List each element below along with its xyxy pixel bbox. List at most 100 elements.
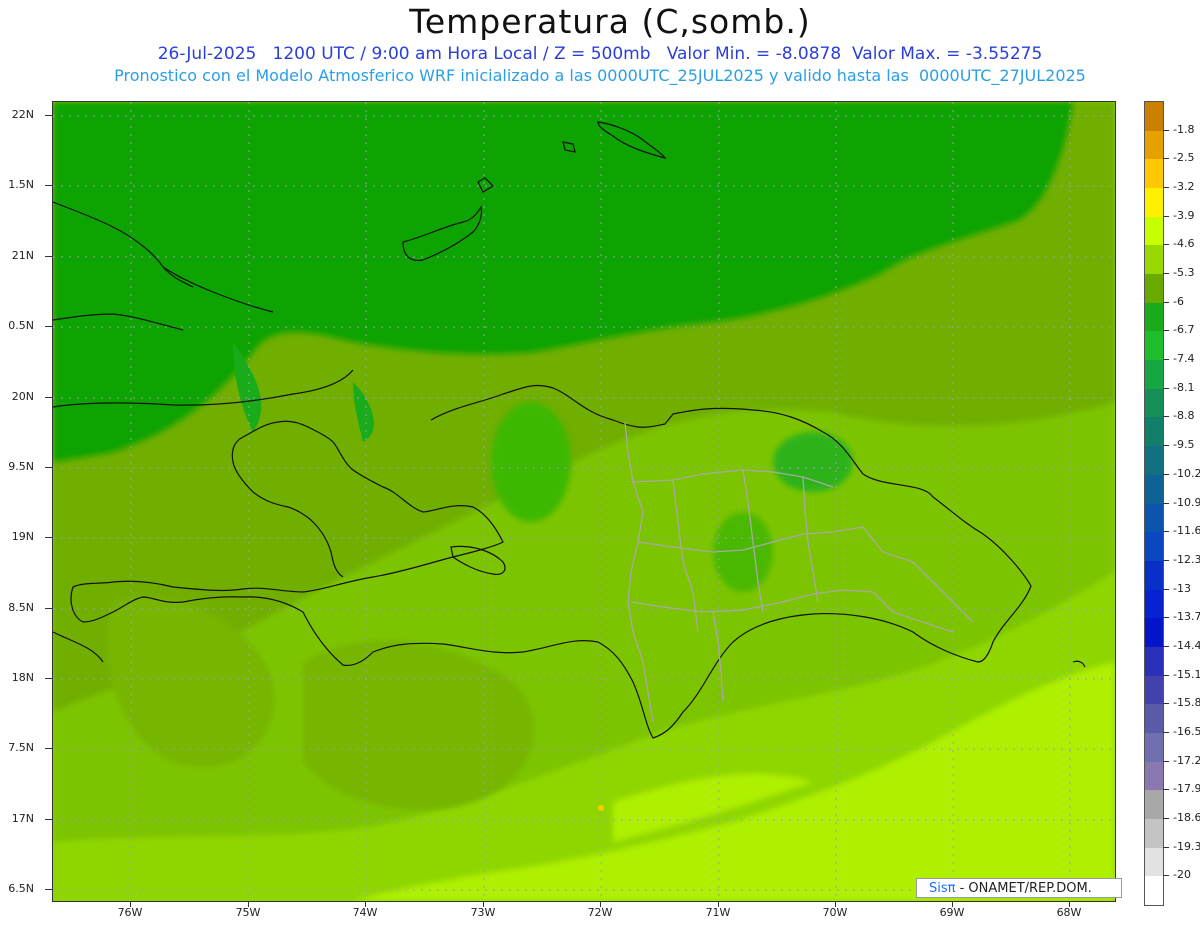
color-legend-swatch [1145, 704, 1163, 734]
color-legend-label: -2.5 [1173, 151, 1195, 165]
color-legend-tick [1163, 588, 1169, 590]
color-legend-swatch [1145, 818, 1163, 849]
color-legend-swatch [1145, 245, 1163, 275]
color-legend-tick [1163, 645, 1169, 647]
lat-tick [45, 185, 52, 186]
color-legend-swatch [1145, 560, 1163, 591]
color-legend-label: -4.6 [1173, 237, 1195, 251]
lat-label: 19N [11, 530, 34, 543]
isotherm-patch [491, 402, 571, 522]
lat-label: 17N [11, 812, 34, 825]
color-legend-swatch [1145, 216, 1163, 246]
color-legend-tick [1163, 416, 1169, 418]
lon-label: 72W [587, 906, 613, 919]
color-legend-label: -14.4 [1173, 638, 1200, 652]
color-legend-tick [1163, 674, 1169, 676]
color-legend-tick [1163, 531, 1169, 533]
color-legend-tick [1163, 817, 1169, 819]
color-legend-label: -3.9 [1173, 208, 1195, 222]
color-legend-bar [1144, 101, 1164, 906]
color-legend-swatch [1145, 761, 1163, 791]
color-legend-tick [1163, 387, 1169, 389]
lon-tick [248, 901, 249, 907]
temperature-map [52, 101, 1116, 902]
color-legend-label: -13 [1173, 581, 1191, 595]
color-legend-tick [1163, 473, 1169, 475]
color-legend-tick [1163, 129, 1169, 131]
color-legend-label: -11.6 [1173, 524, 1200, 538]
lat-label: 22N [11, 108, 34, 121]
color-legend-tick [1163, 359, 1169, 361]
lat-tick [45, 537, 52, 538]
color-legend-label: -8.1 [1173, 380, 1195, 394]
lon-label: 75W [235, 906, 261, 919]
color-legend-swatch [1145, 302, 1163, 332]
lon-tick [130, 901, 131, 907]
color-legend-label: -10.2 [1173, 466, 1200, 480]
color-legend-swatch [1145, 331, 1163, 361]
color-legend-swatch [1145, 532, 1163, 562]
color-legend-tick [1163, 559, 1169, 561]
lat-label: 0.5N [8, 319, 34, 332]
lon-tick [835, 901, 836, 907]
color-legend-label: -13.7 [1173, 610, 1200, 624]
lat-tick [45, 889, 52, 890]
lat-tick [45, 678, 52, 679]
color-legend-label: -7.4 [1173, 352, 1195, 366]
lat-tick [45, 467, 52, 468]
lat-label: 18N [11, 671, 34, 684]
color-legend-tick [1163, 445, 1169, 447]
lon-label: 76W [117, 906, 143, 919]
lon-tick [952, 901, 953, 907]
lat-label: 21N [11, 249, 34, 262]
lon-tick [600, 901, 601, 907]
lat-tick [45, 819, 52, 820]
color-legend-label: -1.8 [1173, 122, 1195, 136]
color-legend-swatch [1145, 474, 1163, 504]
color-legend-swatch [1145, 360, 1163, 390]
color-legend-swatch [1145, 388, 1163, 418]
lon-label: 74W [352, 906, 378, 919]
lat-label: 1.5N [8, 178, 34, 191]
lat-label: 6.5N [8, 882, 34, 895]
map-title: Temperatura (C,somb.) [409, 2, 811, 41]
color-legend-label: -15.1 [1173, 667, 1200, 681]
lat-label: 7.5N [8, 741, 34, 754]
color-legend-tick [1163, 158, 1169, 160]
color-legend-label: -3.2 [1173, 180, 1195, 194]
color-legend-swatch [1145, 876, 1163, 906]
lat-tick [45, 256, 52, 257]
max-temp-marker [598, 805, 604, 811]
model-info-line: Pronostico con el Modelo Atmosferico WRF… [114, 66, 1086, 85]
color-legend-tick [1163, 617, 1169, 619]
lon-tick [483, 901, 484, 907]
lat-tick [45, 326, 52, 327]
color-legend-label: -19.3 [1173, 839, 1200, 853]
color-legend-tick [1163, 301, 1169, 303]
color-legend-tick [1163, 875, 1169, 877]
color-legend-swatch [1145, 102, 1163, 132]
color-legend-swatch [1145, 417, 1163, 447]
lon-label: 69W [939, 906, 965, 919]
color-legend-label: -10.9 [1173, 495, 1200, 509]
color-legend-tick [1163, 846, 1169, 848]
color-legend-tick [1163, 330, 1169, 332]
color-legend-swatch [1145, 589, 1163, 619]
color-legend-tick [1163, 273, 1169, 275]
credit-box: Sisπ - ONAMET/REP.DOM. [916, 878, 1122, 898]
lon-tick [718, 901, 719, 907]
color-legend-swatch [1145, 503, 1163, 533]
color-legend-label: -9.5 [1173, 438, 1195, 452]
lat-tick [45, 115, 52, 116]
color-legend-swatch [1145, 130, 1163, 160]
color-legend-tick [1163, 760, 1169, 762]
color-legend-tick [1163, 703, 1169, 705]
lon-tick [1069, 901, 1070, 907]
color-legend-label: -6 [1173, 294, 1184, 308]
color-legend-swatch [1145, 732, 1163, 763]
color-legend-label: -12.3 [1173, 552, 1200, 566]
color-legend-swatch [1145, 790, 1163, 820]
color-legend-tick [1163, 731, 1169, 733]
color-legend-tick [1163, 789, 1169, 791]
color-legend-label: -8.8 [1173, 409, 1195, 423]
